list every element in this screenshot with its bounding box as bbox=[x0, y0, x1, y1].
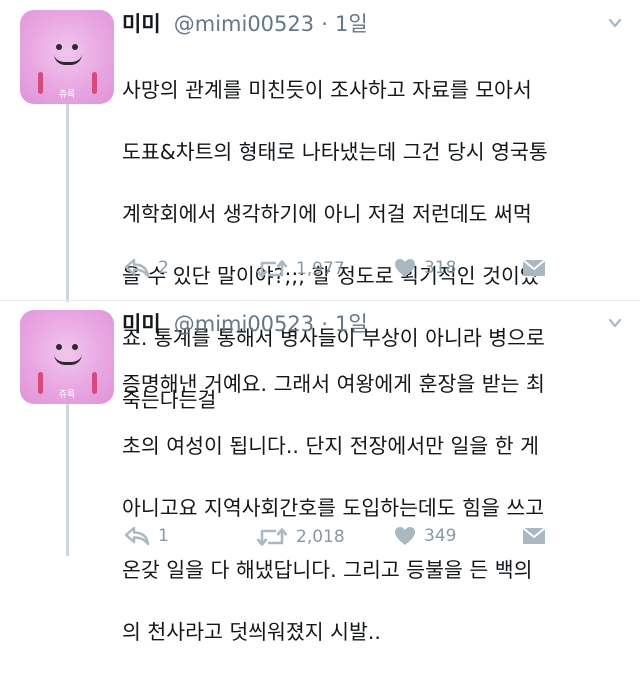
retweet-icon bbox=[256, 260, 288, 278]
envelope-icon bbox=[522, 527, 546, 544]
tweet-text-line: 아니고요 지역사회간호를 도입하는데도 힘을 쓰고 bbox=[122, 496, 545, 520]
like-button[interactable]: 349 bbox=[394, 526, 456, 546]
chevron-down-icon[interactable] bbox=[608, 16, 622, 30]
reply-button[interactable]: 1 bbox=[124, 526, 169, 546]
tweet-text-line: 계학회에서 생각하기에 아니 저걸 저런데도 써먹 bbox=[122, 202, 532, 226]
tweet-time[interactable]: 1일 bbox=[335, 12, 368, 36]
avatar-eye bbox=[72, 44, 78, 50]
avatar-eye bbox=[72, 344, 78, 350]
avatar[interactable]: 쥬륵 bbox=[20, 10, 114, 104]
heart-icon bbox=[395, 259, 415, 277]
reply-icon bbox=[124, 526, 150, 546]
avatar-eye bbox=[56, 344, 62, 350]
tweet[interactable]: 쥬륵 미미 @mimi00523 · 1일 증명해낸 거예요. 그래서 여왕에게… bbox=[0, 300, 640, 644]
reply-button[interactable]: 2 bbox=[124, 258, 169, 278]
tweet[interactable]: 쥬륵 미미 @mimi00523 · 1일 사망의 관계를 미친듯이 조사하고 … bbox=[0, 0, 640, 412]
dm-button[interactable] bbox=[522, 526, 546, 546]
retweet-count: 2,018 bbox=[296, 527, 345, 547]
like-count: 349 bbox=[424, 526, 457, 546]
tweet-text-line: 초의 여성이 됩니다.. 단지 전장에서만 일을 한 게 bbox=[122, 434, 539, 458]
avatar-eye bbox=[56, 44, 62, 50]
like-count: 318 bbox=[424, 258, 457, 278]
chevron-down-icon[interactable] bbox=[608, 316, 622, 330]
tweet-header: 미미 @mimi00523 · 1일 bbox=[122, 8, 368, 40]
reply-count: 1 bbox=[158, 526, 169, 546]
avatar-label: 쥬륵 bbox=[58, 390, 76, 400]
tweet-text-line: 사망의 관계를 미친듯이 조사하고 자료를 모아서 bbox=[122, 78, 532, 102]
tweet-text-line: 온갖 일을 다 해냈답니다. 그리고 등불을 든 백의 bbox=[122, 558, 533, 582]
retweet-icon bbox=[256, 528, 288, 546]
tweet-text-line: 도표&차트의 형태로 나타냈는데 그건 당시 영국통 bbox=[122, 140, 548, 164]
time-separator: · bbox=[321, 12, 328, 36]
avatar-mouth bbox=[54, 54, 82, 65]
tweet-time[interactable]: 1일 bbox=[335, 312, 368, 336]
retweet-button[interactable]: 2,018 bbox=[256, 526, 345, 548]
display-name[interactable]: 미미 bbox=[122, 12, 161, 36]
avatar-mouth bbox=[54, 354, 82, 365]
tweet-actions: 1 2,018 349 bbox=[122, 526, 632, 550]
avatar[interactable]: 쥬륵 bbox=[20, 310, 114, 404]
reply-count: 2 bbox=[158, 258, 169, 278]
heart-icon bbox=[395, 527, 415, 545]
retweet-count: 1,977 bbox=[296, 259, 345, 279]
user-handle[interactable]: @mimi00523 bbox=[174, 312, 314, 336]
reply-icon bbox=[124, 258, 150, 278]
tweet-header: 미미 @mimi00523 · 1일 bbox=[122, 308, 368, 340]
time-separator: · bbox=[321, 312, 328, 336]
tweet-actions: 2 1,977 318 bbox=[122, 258, 632, 282]
avatar-label: 쥬륵 bbox=[58, 90, 76, 100]
envelope-icon bbox=[522, 259, 546, 276]
tweet-text-line: 증명해낸 거예요. 그래서 여왕에게 훈장을 받는 최 bbox=[122, 372, 545, 396]
user-handle[interactable]: @mimi00523 bbox=[174, 12, 314, 36]
like-button[interactable]: 318 bbox=[394, 258, 456, 278]
retweet-button[interactable]: 1,977 bbox=[256, 258, 345, 280]
dm-button[interactable] bbox=[522, 258, 546, 278]
tweet-text: 증명해낸 거예요. 그래서 여왕에게 훈장을 받는 최 초의 여성이 됩니다..… bbox=[122, 338, 632, 679]
display-name[interactable]: 미미 bbox=[122, 312, 161, 336]
tweet-text-line: 의 천사라고 덧씌워졌지 시발.. bbox=[122, 620, 381, 644]
